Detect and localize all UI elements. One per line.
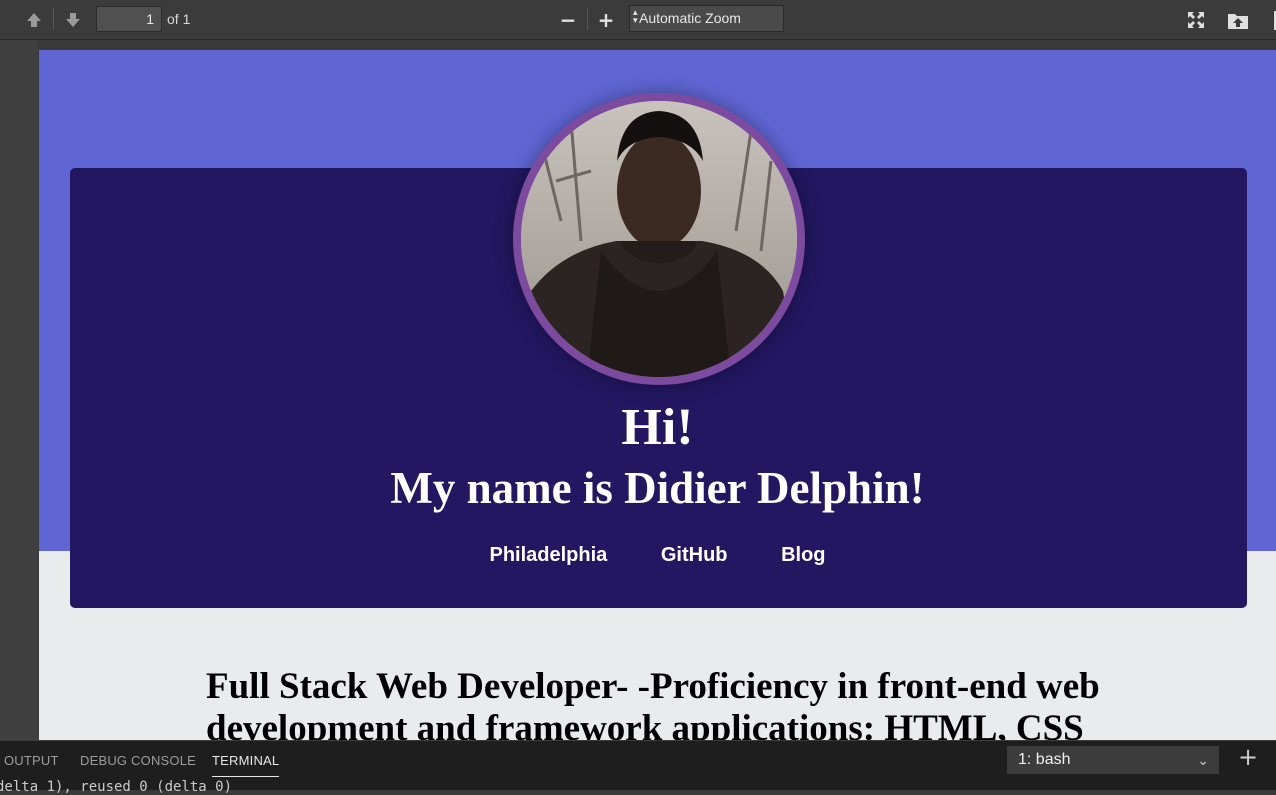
page-number-input[interactable]: 1 <box>96 6 162 32</box>
link-github[interactable]: GitHub <box>661 544 728 567</box>
link-blog[interactable]: Blog <box>781 544 825 567</box>
minus-icon: − <box>559 8 577 32</box>
zoom-value: Automatic Zoom <box>639 10 741 26</box>
chevron-down-icon: ⌄ <box>1197 752 1209 768</box>
terminal-select-value: 1: bash <box>1018 751 1071 768</box>
terminal-select[interactable]: 1: bash ⌄ <box>1007 746 1219 774</box>
profile-links: Philadelphia GitHub Blog <box>39 544 1276 567</box>
headline-text: Full Stack Web Developer- -Proficiency i… <box>206 666 1100 740</box>
fullscreen-icon <box>1188 12 1204 28</box>
toolbar-separator <box>587 8 588 30</box>
presentation-mode-button[interactable] <box>1184 8 1208 32</box>
avatar-frame <box>513 93 805 385</box>
bottom-panel: OUTPUT DEBUG CONSOLE TERMINAL 1: bash ⌄ … <box>0 740 1276 795</box>
link-location[interactable]: Philadelphia <box>489 544 607 567</box>
terminal-output-line: delta 1), reused 0 (delta 0) <box>0 779 233 795</box>
profile-photo <box>521 101 797 377</box>
pdf-toolbar: 1 of 1 − + ▴ ▾ Automatic Zoom ▐ <box>0 0 1276 40</box>
pdf-page: Hi! My name is Didier Delphin! Philadelp… <box>39 50 1276 740</box>
arrow-up-icon <box>27 13 41 27</box>
chevron-right-icon: ▐ <box>1267 10 1276 30</box>
intro-heading: My name is Didier Delphin! <box>390 463 925 513</box>
open-file-button[interactable] <box>1226 8 1250 32</box>
open-folder-icon <box>1228 14 1248 29</box>
zoom-in-button[interactable]: + <box>594 8 618 32</box>
tab-terminal[interactable]: TERMINAL <box>212 753 280 777</box>
new-terminal-button[interactable]: + <box>1236 745 1260 769</box>
next-page-button[interactable] <box>61 8 85 32</box>
viewer-gutter <box>0 40 38 740</box>
more-tools-button[interactable]: ▐ <box>1262 8 1276 32</box>
plus-icon: + <box>1237 743 1259 771</box>
zoom-out-button[interactable]: − <box>556 8 580 32</box>
arrow-down-icon <box>66 13 80 27</box>
greeting-heading: Hi! <box>621 399 694 456</box>
tab-debug-console[interactable]: DEBUG CONSOLE <box>80 753 196 768</box>
tab-output[interactable]: OUTPUT <box>4 753 59 768</box>
page-count-label: of 1 <box>167 11 191 27</box>
zoom-select[interactable]: ▴ ▾ Automatic Zoom <box>629 5 784 32</box>
plus-icon: + <box>597 8 615 32</box>
select-arrows-icon: ▴ ▾ <box>633 7 638 25</box>
previous-page-button[interactable] <box>22 8 46 32</box>
toolbar-separator <box>53 8 54 30</box>
avatar <box>521 101 797 377</box>
